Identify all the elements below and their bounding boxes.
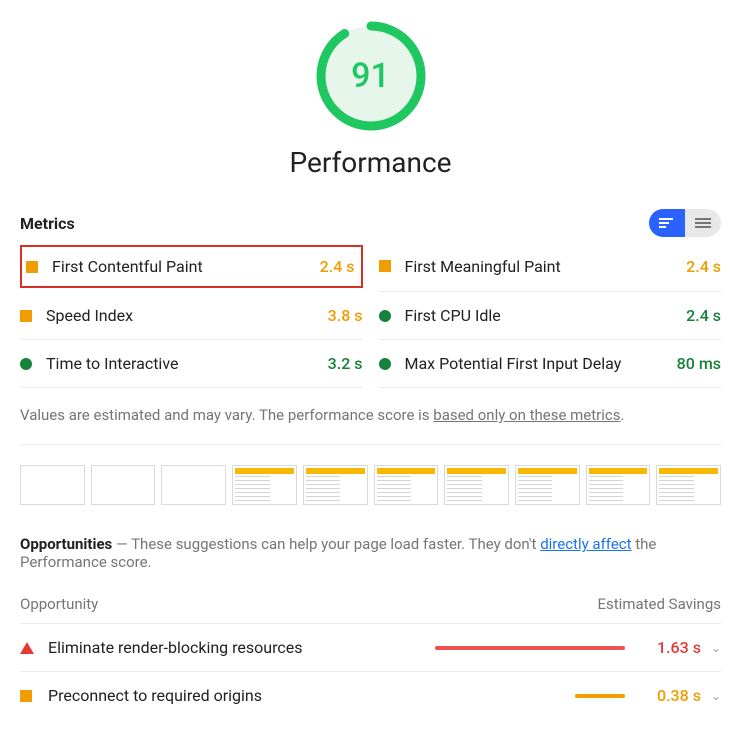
opportunity-name: Eliminate render-blocking resources (48, 638, 425, 657)
circle-icon (379, 358, 391, 370)
metric-row[interactable]: First Meaningful Paint 2.4 s (379, 241, 722, 292)
note-link[interactable]: based only on these metrics (433, 406, 620, 424)
metric-name: First Contentful Paint (52, 257, 203, 276)
opportunity-row[interactable]: Eliminate render-blocking resources 1.63 … (20, 624, 721, 672)
opportunity-name: Preconnect to required origins (48, 686, 425, 705)
savings-bar (435, 646, 625, 650)
opportunities-label: Opportunities (20, 535, 112, 553)
triangle-icon (20, 642, 34, 654)
filmstrip-thumb (656, 465, 721, 505)
metric-value: 3.8 s (328, 306, 363, 325)
note-suffix: . (620, 406, 624, 424)
toggle-expanded-button[interactable] (685, 209, 721, 237)
gauge-title: Performance (290, 146, 452, 179)
metrics-heading: Metrics (20, 214, 75, 233)
metric-row[interactable]: First CPU Idle 2.4 s (379, 292, 722, 340)
filmstrip-thumb (232, 465, 297, 505)
toggle-compact-button[interactable] (649, 209, 685, 237)
square-icon (379, 260, 391, 272)
opportunity-value: 0.38 s (641, 686, 701, 705)
list-short-icon (659, 217, 675, 229)
filmstrip-thumb (515, 465, 580, 505)
metric-row[interactable]: First Contentful Paint 2.4 s (20, 245, 363, 288)
filmstrip-thumb (303, 465, 368, 505)
gauge-ring: 91 (315, 20, 427, 132)
circle-icon (20, 358, 32, 370)
chevron-down-icon: ⌄ (711, 689, 721, 703)
opportunity-value: 1.63 s (641, 638, 701, 657)
opp-col-savings: Estimated Savings (598, 595, 722, 613)
metrics-note: Values are estimated and may vary. The p… (20, 388, 721, 445)
list-full-icon (695, 217, 711, 229)
metric-row[interactable]: Time to Interactive 3.2 s (20, 340, 363, 388)
metric-value: 3.2 s (328, 354, 363, 373)
metric-name: Max Potential First Input Delay (405, 354, 622, 373)
circle-icon (379, 310, 391, 322)
opportunities-mid: — These suggestions can help your page l… (112, 535, 540, 553)
metric-row[interactable]: Max Potential First Input Delay 80 ms (379, 340, 722, 388)
chevron-down-icon: ⌄ (711, 641, 721, 655)
square-icon (26, 261, 38, 273)
metric-name: Speed Index (46, 306, 133, 325)
filmstrip-thumb (91, 465, 156, 505)
filmstrip-thumb (161, 465, 226, 505)
view-toggle (649, 209, 721, 237)
performance-gauge: 91 Performance (20, 20, 721, 179)
opportunities-intro: Opportunities — These suggestions can he… (20, 535, 721, 581)
metric-value: 80 ms (677, 354, 721, 373)
metric-name: Time to Interactive (46, 354, 178, 373)
opportunities-header: Opportunity Estimated Savings (20, 581, 721, 624)
metric-name: First CPU Idle (405, 306, 501, 325)
opportunity-row[interactable]: Preconnect to required origins 0.38 s ⌄ (20, 672, 721, 719)
opportunities-link[interactable]: directly affect (540, 535, 631, 553)
metric-value: 2.4 s (686, 306, 721, 325)
square-icon (20, 310, 32, 322)
metric-value: 2.4 s (320, 257, 355, 276)
metric-value: 2.4 s (686, 257, 721, 276)
filmstrip-thumb (20, 465, 85, 505)
filmstrip-thumb (586, 465, 651, 505)
filmstrip-thumb (444, 465, 509, 505)
opp-col-name: Opportunity (20, 595, 98, 613)
metric-row[interactable]: Speed Index 3.8 s (20, 292, 363, 340)
metric-name: First Meaningful Paint (405, 257, 561, 276)
note-text: Values are estimated and may vary. The p… (20, 406, 433, 424)
savings-bar (575, 694, 625, 698)
gauge-score: 91 (315, 20, 427, 132)
filmstrip-thumb (374, 465, 439, 505)
filmstrip (20, 445, 721, 535)
